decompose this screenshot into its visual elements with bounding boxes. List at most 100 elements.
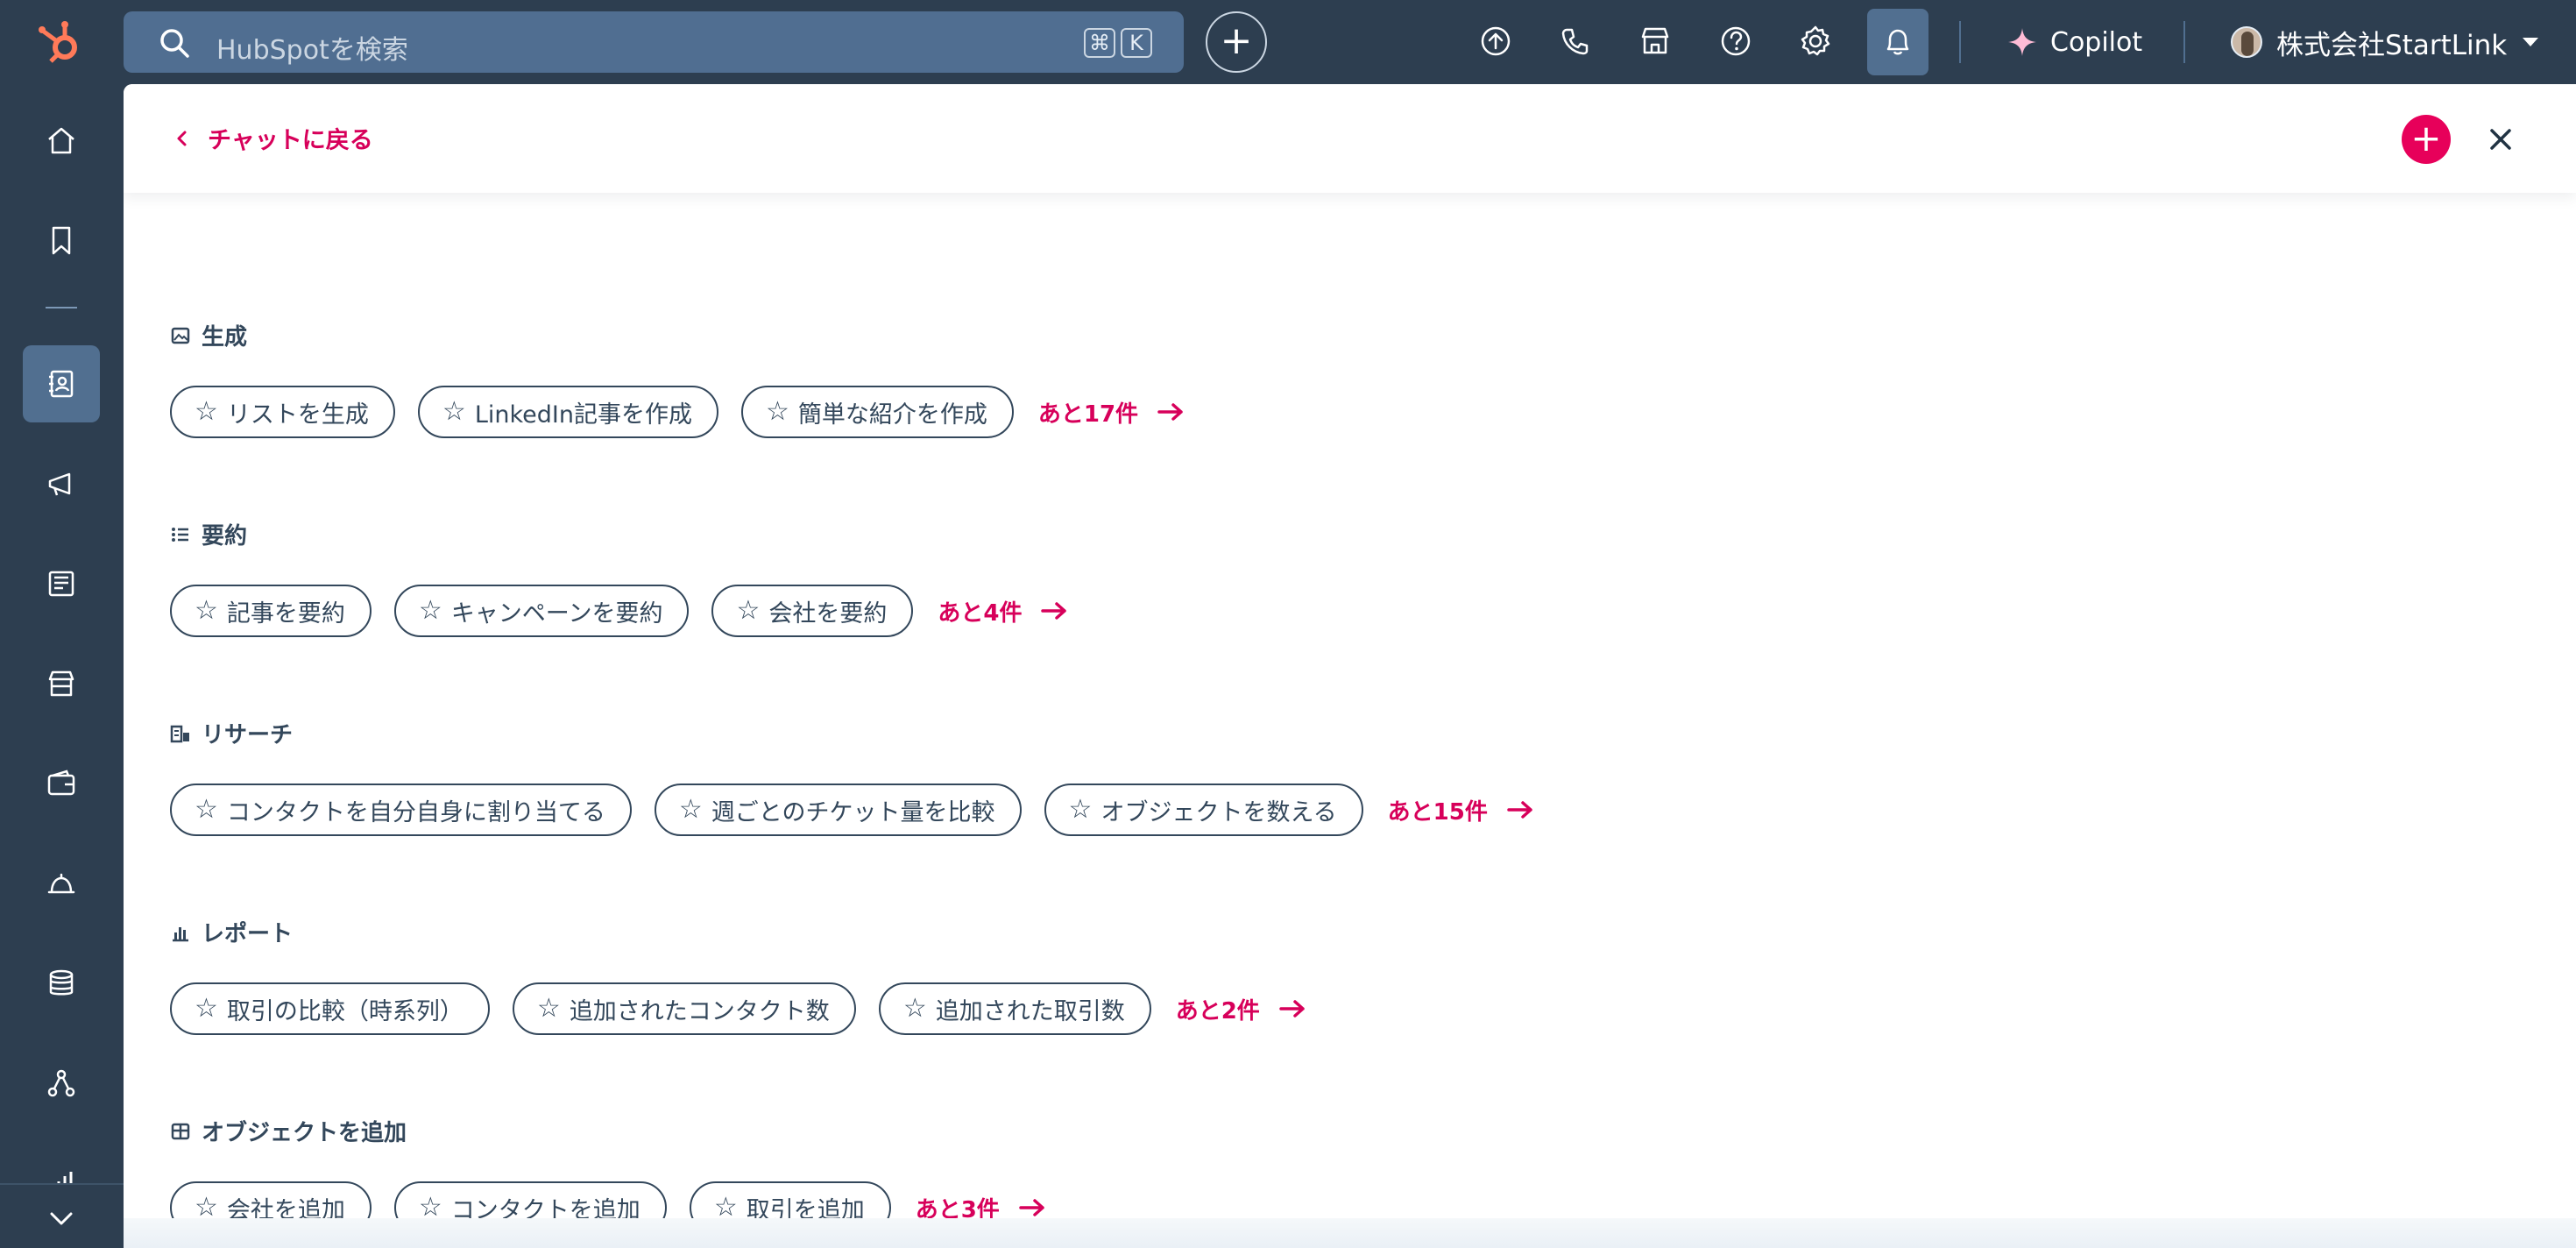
prompt-chip[interactable]: ☆ LinkedIn記事を作成 — [417, 386, 718, 438]
bar-chart-icon — [173, 926, 188, 941]
sidebar-item-contacts[interactable] — [23, 345, 100, 422]
table-icon — [171, 1123, 190, 1139]
show-more-label: あと2件 — [1175, 997, 1260, 1025]
sidebar-item-data[interactable] — [23, 945, 100, 1022]
copilot-prompt-library-panel: チャットに戻る + 生成 ☆ リストを生成 ☆ LinkedIn記事を作成 ☆ 簡単な… — [124, 84, 2576, 1218]
section-title: オブジェクトを追加 — [170, 1115, 407, 1147]
phone-icon[interactable] — [1557, 23, 1594, 60]
commerce-icon — [48, 670, 74, 697]
section-title: 生成 — [170, 319, 247, 351]
prompt-chip[interactable]: ☆ キャンペーンを要約 — [393, 585, 690, 637]
arrow-right-icon — [1507, 801, 1532, 819]
service-icon — [47, 873, 75, 894]
prompt-chips: ☆ 記事を要約 ☆ キャンペーンを要約 ☆ 会社を要約 あと4件 — [170, 585, 1067, 637]
star-icon: ☆ — [195, 794, 218, 825]
notifications-button[interactable] — [1867, 9, 1928, 75]
marketing-icon — [48, 472, 71, 496]
prompt-chip[interactable]: ☆ リストを生成 — [170, 386, 395, 438]
show-more-label: あと4件 — [938, 599, 1023, 627]
prompt-chip[interactable]: ☆ コンタクトを追加 — [393, 1181, 667, 1219]
prompt-chip[interactable]: ☆ オブジェクトを数える — [1044, 784, 1363, 836]
close-icon[interactable] — [2482, 121, 2519, 158]
prompt-chip[interactable]: ☆ 簡単な紹介を作成 — [740, 386, 1014, 438]
sidebar-item-content[interactable] — [23, 545, 100, 622]
sidebar-expand-button[interactable] — [0, 1183, 124, 1248]
help-icon[interactable] — [1717, 23, 1754, 60]
star-icon: ☆ — [418, 1192, 442, 1219]
prompt-chip[interactable]: ☆ 会社を追加 — [170, 1181, 372, 1218]
chip-label: コンタクトを自分自身に割り当てる — [226, 798, 605, 826]
section-title-text: レポート — [202, 921, 294, 947]
global-search-bar[interactable]: HubSpotを検索 ⌘ K — [124, 11, 1184, 73]
show-more-link[interactable]: あと3件 — [916, 1192, 1045, 1218]
copilot-button[interactable]: Copilot — [2006, 21, 2142, 63]
chip-label: キャンペーンを要約 — [450, 599, 663, 628]
new-chat-button[interactable]: + — [2402, 115, 2451, 164]
search-placeholder[interactable]: HubSpotを検索 — [216, 28, 408, 67]
sidebar-item-automation[interactable] — [23, 1045, 100, 1122]
prompt-chip[interactable]: ☆ 記事を要約 — [170, 585, 372, 637]
chip-label: 記事を要約 — [226, 599, 345, 628]
prompt-chip[interactable]: ☆ コンタクトを自分自身に割り当てる — [170, 784, 632, 836]
show-more-link[interactable]: あと17件 — [1038, 396, 1184, 429]
chip-label: 簡単な紹介を作成 — [797, 401, 987, 429]
upgrade-icon[interactable] — [1477, 23, 1514, 60]
star-icon: ☆ — [765, 396, 789, 427]
sidebar-item-home[interactable] — [23, 102, 100, 179]
topbar-divider — [2183, 21, 2185, 63]
settings-icon[interactable] — [1797, 23, 1834, 60]
section-title: 要約 — [170, 518, 247, 550]
copilot-label: Copilot — [2050, 26, 2143, 58]
account-name: 株式会社StartLink — [2276, 29, 2508, 61]
arrow-right-icon — [1019, 1199, 1044, 1216]
chip-label: 追加されたコンタクト数 — [569, 997, 830, 1025]
back-to-chat-label: チャットに戻る — [208, 127, 373, 154]
star-icon: ☆ — [418, 595, 442, 626]
star-icon: ☆ — [195, 1192, 218, 1219]
back-to-chat-link[interactable]: チャットに戻る — [173, 121, 373, 155]
arrow-right-icon — [1041, 602, 1067, 620]
image-icon — [171, 327, 190, 344]
create-new-button[interactable]: + — [1206, 11, 1267, 73]
section-title: リサーチ — [170, 717, 293, 749]
section-title-text: オブジェクトを追加 — [202, 1120, 407, 1146]
sidebar-divider — [46, 307, 77, 308]
prompt-chip[interactable]: ☆ 週ごとのチケット量を比較 — [654, 784, 1022, 836]
home-icon — [48, 127, 74, 154]
top-navigation-bar: HubSpotを検索 ⌘ K + Copilot 株式会社StartLink — [0, 0, 2576, 84]
prompt-chip[interactable]: ☆ 取引を追加 — [689, 1181, 891, 1219]
sidebar-item-bookmarks[interactable] — [23, 202, 100, 279]
sidebar-item-marketing[interactable] — [23, 445, 100, 522]
sidebar-item-commerce[interactable] — [23, 645, 100, 722]
chip-label: 取引を追加 — [746, 1196, 865, 1219]
chip-label: リストを生成 — [226, 401, 369, 429]
show-more-link[interactable]: あと4件 — [938, 595, 1067, 628]
contacts-icon — [49, 370, 74, 398]
arrow-right-icon — [1279, 1000, 1305, 1018]
star-icon: ☆ — [195, 595, 218, 626]
star-icon: ☆ — [902, 993, 927, 1024]
show-more-link[interactable]: あと2件 — [1176, 993, 1306, 1025]
hubspot-logo-icon[interactable] — [35, 18, 88, 67]
prompt-chip[interactable]: ☆ 会社を要約 — [711, 585, 914, 637]
bell-icon — [1886, 29, 1909, 55]
star-icon: ☆ — [1068, 794, 1093, 825]
left-sidebar — [0, 84, 124, 1248]
chevron-down-icon — [50, 1212, 73, 1225]
prompt-chip[interactable]: ☆ 追加されたコンタクト数 — [512, 982, 856, 1035]
section-title-text: リサーチ — [202, 722, 294, 748]
marketplace-icon[interactable] — [1637, 23, 1674, 60]
chevron-left-icon — [177, 131, 187, 145]
data-icon — [49, 969, 74, 996]
show-more-link[interactable]: あと15件 — [1388, 794, 1533, 826]
prompt-chip[interactable]: ☆ 取引の比較（時系列） — [170, 982, 490, 1035]
avatar — [2231, 26, 2262, 58]
sidebar-item-sales[interactable] — [23, 745, 100, 822]
sales-icon — [47, 769, 75, 796]
chip-label: 追加された取引数 — [935, 997, 1125, 1025]
chip-label: オブジェクトを数える — [1100, 798, 1337, 826]
star-icon: ☆ — [713, 1192, 738, 1219]
prompt-chip[interactable]: ☆ 追加された取引数 — [878, 982, 1151, 1035]
account-menu[interactable]: 株式会社StartLink — [2231, 19, 2540, 65]
sidebar-item-service[interactable] — [23, 845, 100, 922]
